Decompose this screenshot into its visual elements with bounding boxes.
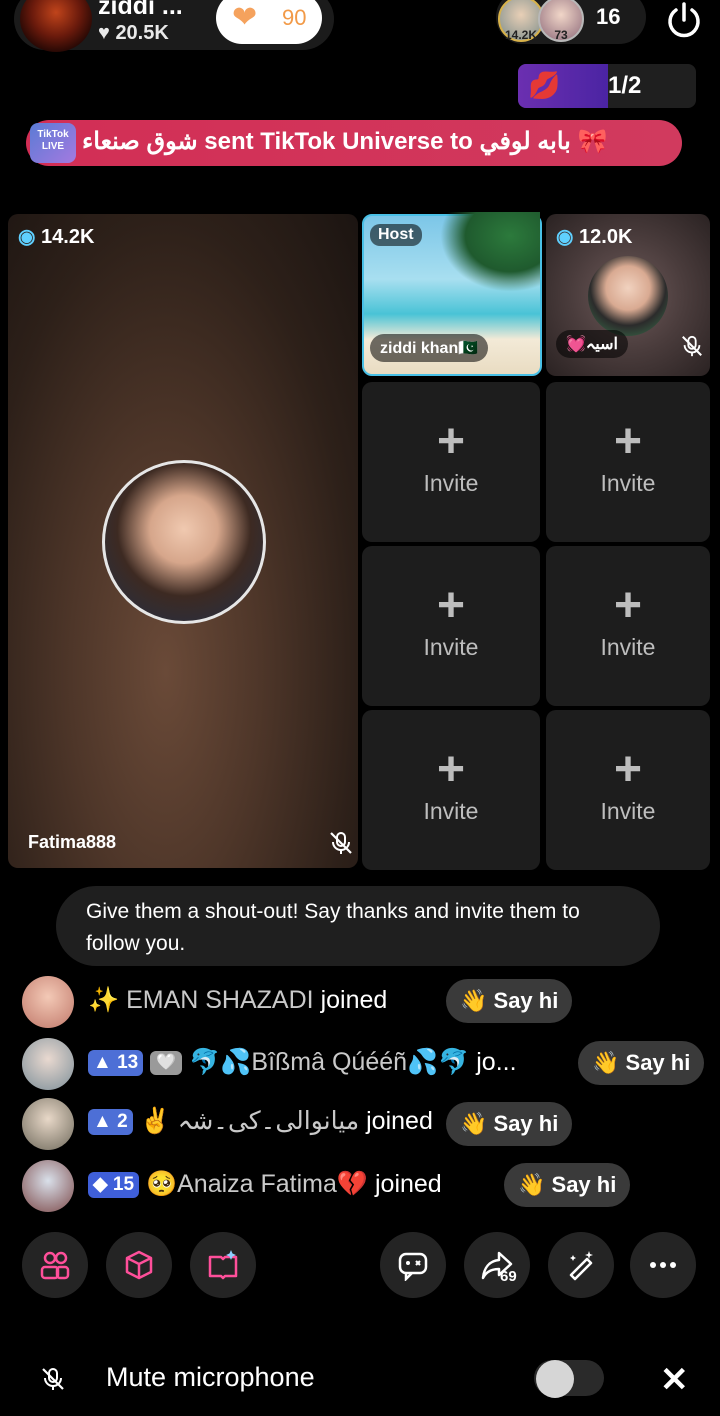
- join-message: ✨ EMAN SHAZADI joined: [88, 986, 388, 1014]
- invite-label: Invite: [423, 634, 479, 660]
- box-button[interactable]: [106, 1232, 172, 1298]
- mute-microphone-label: Mute microphone: [106, 1362, 315, 1392]
- mic-off-icon: [328, 830, 354, 856]
- plus-icon: +: [436, 579, 466, 632]
- main-guest-name: Fatima888: [28, 832, 117, 852]
- invite-label: Invite: [423, 470, 479, 496]
- invite-label: Invite: [600, 470, 656, 496]
- host-tile-name: ziddi khan🇵🇰: [370, 334, 489, 362]
- heart-icon: ❤: [232, 1, 258, 34]
- user-avatar[interactable]: [22, 1038, 74, 1090]
- more-button[interactable]: [630, 1232, 696, 1298]
- join-message: ◆ 15 🥺Anaiza Fatima💔 joined: [88, 1170, 442, 1199]
- host-likes: ♥ 20.5K: [98, 22, 169, 44]
- book-sparkle-icon: [208, 1250, 238, 1280]
- share-count: 69: [500, 1268, 517, 1285]
- user-avatar[interactable]: [22, 1160, 74, 1212]
- cube-icon: [125, 1250, 153, 1280]
- invite-slot[interactable]: + Invite: [546, 382, 710, 542]
- plus-icon: +: [436, 415, 466, 468]
- host-likes-value: 20.5K: [115, 22, 169, 44]
- plus-icon: +: [613, 579, 643, 632]
- join-message: ▲ 13 🤍 🐬💦Bîßmâ Qúééñ💦🐬 jo...: [88, 1048, 517, 1077]
- invite-slot[interactable]: + Invite: [546, 546, 710, 706]
- magic-wand-icon: [569, 1251, 593, 1281]
- palm-tree-image: [440, 212, 540, 292]
- close-icon[interactable]: ✕: [660, 1360, 689, 1400]
- main-guest-gift-count: ◉ 14.2K: [18, 226, 95, 248]
- invite-label: Invite: [600, 634, 656, 660]
- guest-avatar[interactable]: [588, 256, 668, 336]
- top-viewer-badge-2: 73: [554, 28, 568, 42]
- say-hi-button[interactable]: 👋 Say hi: [504, 1163, 631, 1207]
- say-hi-button[interactable]: 👋 Say hi: [578, 1041, 705, 1085]
- main-guest-avatar[interactable]: [102, 460, 266, 624]
- invite-label: Invite: [423, 798, 479, 824]
- mic-off-icon: [40, 1366, 66, 1397]
- invite-label: Invite: [600, 798, 656, 824]
- level-badge: ▲ 2: [88, 1109, 133, 1136]
- host-name: ziddi ...: [98, 0, 183, 20]
- bow-icon: 🎀: [577, 128, 608, 155]
- gem-icon: ◉: [556, 226, 574, 248]
- invite-slot[interactable]: + Invite: [362, 546, 540, 706]
- user-avatar[interactable]: [22, 976, 74, 1028]
- chat-icon: [398, 1252, 428, 1281]
- mute-toggle-knob[interactable]: [536, 1360, 574, 1398]
- gift-banner-text: شوق صنعاء sent TikTok Universe to بابه ل…: [82, 128, 608, 155]
- invite-slot[interactable]: + Invite: [362, 382, 540, 542]
- mic-off-icon: [680, 334, 706, 360]
- top-viewer-badge-1: 14.2K: [504, 28, 538, 42]
- shout-out-tip: Give them a shout-out! Say thanks and in…: [56, 886, 660, 966]
- gem-icon: ◉: [18, 226, 36, 248]
- tiktok-live-logo: TikTok LIVE: [30, 123, 76, 163]
- invite-slot[interactable]: + Invite: [546, 710, 710, 870]
- gift-page-indicator: 1/2: [608, 72, 642, 99]
- level-badge: ◆ 15: [88, 1172, 140, 1199]
- say-hi-button[interactable]: 👋 Say hi: [446, 1102, 573, 1146]
- plus-icon: +: [436, 743, 466, 796]
- guest-gift-count: ◉ 12.0K: [556, 226, 633, 248]
- guest-name: 💓اسیہ: [556, 330, 628, 358]
- plus-icon: +: [613, 743, 643, 796]
- invite-slot[interactable]: + Invite: [362, 710, 540, 870]
- host-tag: Host: [370, 224, 422, 246]
- more-icon: [650, 1262, 676, 1268]
- lips-icon: 💋: [528, 70, 561, 100]
- guests-button[interactable]: [22, 1232, 88, 1298]
- comment-button[interactable]: [380, 1232, 446, 1298]
- follow-count: 90: [282, 5, 307, 30]
- story-button[interactable]: [190, 1232, 256, 1298]
- plus-icon: +: [613, 415, 643, 468]
- people-icon: [40, 1251, 70, 1280]
- effects-button[interactable]: [548, 1232, 614, 1298]
- viewer-count[interactable]: 16: [596, 4, 620, 30]
- level-badge: ▲ 13: [88, 1050, 144, 1077]
- share-button[interactable]: 69: [464, 1232, 530, 1298]
- top-viewer-avatar-2[interactable]: 73: [538, 0, 584, 42]
- join-message: ▲ 2 ✌️ میانوالی۔کی۔شہ joined: [88, 1106, 433, 1136]
- power-icon[interactable]: [662, 0, 706, 42]
- user-avatar[interactable]: [22, 1098, 74, 1150]
- fan-badge-icon: 🤍: [150, 1051, 183, 1076]
- say-hi-button[interactable]: 👋 Say hi: [446, 979, 573, 1023]
